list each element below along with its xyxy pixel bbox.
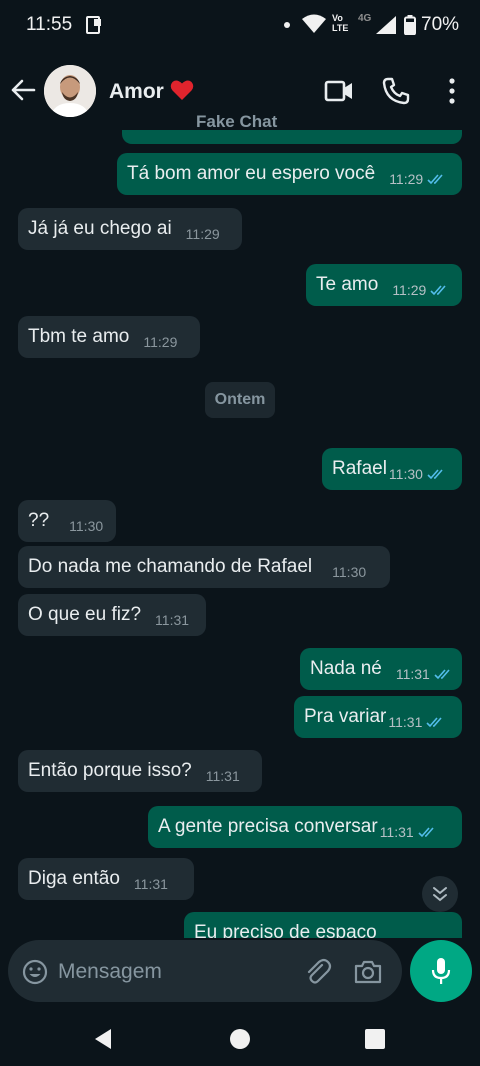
chat-area[interactable]: Tá bom amor eu espero você 11:29 Já já e…	[0, 130, 480, 938]
message-bubble[interactable]: A gente precisa conversar 11:31	[148, 806, 462, 848]
message-bubble[interactable]: Rafael 11:30	[322, 448, 462, 490]
chevron-double-down-icon	[433, 887, 447, 902]
message-text: Do nada me chamando de Rafael	[28, 556, 313, 577]
double-check-icon	[430, 285, 446, 296]
volte-indicator: Vo LTE	[332, 13, 349, 33]
contact-name[interactable]: Amor	[109, 80, 164, 104]
double-check-icon	[427, 469, 443, 480]
message-meta: 11:30	[332, 564, 366, 580]
message-meta: 11:31	[380, 824, 438, 840]
message-time: 11:29	[185, 226, 220, 242]
message-time: 11:31	[388, 714, 423, 730]
mic-icon	[431, 958, 451, 984]
double-check-icon	[434, 669, 450, 680]
message-bubble[interactable]: Já já eu chego ai 11:29	[18, 208, 242, 250]
voice-message-button[interactable]	[410, 940, 472, 1002]
nav-home-button[interactable]	[230, 1029, 250, 1049]
double-check-icon	[427, 174, 443, 185]
message-text: Tbm te amo	[28, 326, 130, 347]
avatar[interactable]	[44, 65, 96, 117]
double-check-icon	[418, 827, 434, 838]
message-meta: 11:31	[206, 768, 240, 784]
scroll-to-bottom-button[interactable]	[422, 876, 458, 912]
message-text: Já já eu chego ai	[28, 218, 172, 239]
message-meta: 11:31	[396, 666, 454, 682]
message-meta: 11:29	[143, 334, 177, 350]
message-time: 11:31	[379, 824, 414, 840]
nav-back-icon[interactable]	[93, 1028, 113, 1050]
header-subtitle: Fake Chat	[196, 112, 278, 131]
message-text: Diga então	[28, 868, 120, 889]
message-text: A gente precisa conversar	[158, 816, 378, 837]
day-divider: Ontem	[205, 382, 275, 418]
message-bubble[interactable]: Então porque isso? 11:31	[18, 750, 262, 792]
message-bubble[interactable]: Tbm te amo 11:29	[18, 316, 200, 358]
message-bubble-cut-off[interactable]: Eu preciso de espaço	[184, 912, 462, 938]
message-time: 11:31	[155, 612, 190, 628]
message-meta: 11:30	[389, 466, 447, 482]
message-bubble-partial[interactable]	[122, 130, 462, 144]
message-text: Rafael	[332, 458, 387, 479]
message-time: 11:30	[388, 466, 423, 482]
nav-recents-button[interactable]	[365, 1029, 385, 1049]
message-meta: 11:29	[186, 226, 220, 242]
message-meta: 11:30	[69, 518, 103, 534]
message-time: 11:31	[395, 666, 430, 682]
message-bubble[interactable]: Do nada me chamando de Rafael 11:30	[18, 546, 390, 588]
message-meta: 11:29	[389, 171, 447, 187]
message-input[interactable]: Mensagem	[58, 960, 162, 984]
message-time: 11:31	[205, 768, 240, 784]
system-nav-bar	[0, 1010, 480, 1066]
message-text: Te amo	[316, 274, 379, 295]
message-time: 11:30	[69, 518, 104, 534]
signal-icon	[376, 16, 396, 34]
message-text: Nada né	[310, 658, 382, 679]
message-bubble[interactable]: O que eu fiz? 11:31	[18, 594, 206, 636]
message-time: 11:29	[392, 282, 427, 298]
message-text: ??	[28, 510, 50, 531]
heart-icon	[170, 80, 194, 100]
message-meta: 11:31	[155, 612, 189, 628]
message-bubble[interactable]: Te amo 11:29	[306, 264, 462, 306]
message-text: Então porque isso?	[28, 760, 192, 781]
phone-icon[interactable]	[382, 77, 410, 105]
message-text: Pra variar	[304, 706, 387, 727]
chat-header: Amor Fake Chat	[0, 52, 480, 131]
message-time: 11:29	[389, 171, 424, 187]
paperclip-icon[interactable]	[304, 958, 332, 986]
battery-icon	[404, 15, 416, 35]
back-arrow-icon[interactable]	[10, 77, 36, 103]
emoji-icon[interactable]	[22, 959, 48, 985]
wifi-icon	[302, 14, 326, 33]
message-bubble[interactable]: Tá bom amor eu espero você 11:29	[117, 153, 462, 195]
message-text: Eu preciso de espaço	[194, 922, 377, 938]
message-bubble[interactable]: Pra variar 11:31	[294, 696, 462, 738]
status-dot	[284, 22, 290, 28]
message-time: 11:31	[133, 876, 168, 892]
message-bubble[interactable]: ?? 11:30	[18, 500, 116, 542]
status-bar: 11:55 Vo LTE 4G 70%	[0, 0, 480, 52]
notification-icon	[86, 16, 101, 34]
message-bubble[interactable]: Diga então 11:31	[18, 858, 194, 900]
message-bubble[interactable]: Nada né 11:31	[300, 648, 462, 690]
network-type: 4G	[358, 13, 372, 24]
message-meta: 11:31	[388, 714, 446, 730]
message-input-bar[interactable]: Mensagem	[8, 940, 402, 1002]
camera-icon[interactable]	[354, 959, 382, 985]
message-text: O que eu fiz?	[28, 604, 142, 625]
status-time: 11:55	[26, 14, 73, 35]
avatar-photo	[44, 65, 96, 117]
message-time: 11:30	[332, 564, 367, 580]
video-call-icon[interactable]	[324, 78, 354, 104]
message-time: 11:29	[143, 334, 178, 350]
more-vert-icon[interactable]	[440, 77, 464, 105]
double-check-icon	[426, 717, 442, 728]
message-meta: 11:31	[134, 876, 168, 892]
battery-percent: 70%	[421, 14, 460, 35]
message-text: Tá bom amor eu espero você	[127, 163, 376, 184]
message-meta: 11:29	[392, 282, 450, 298]
